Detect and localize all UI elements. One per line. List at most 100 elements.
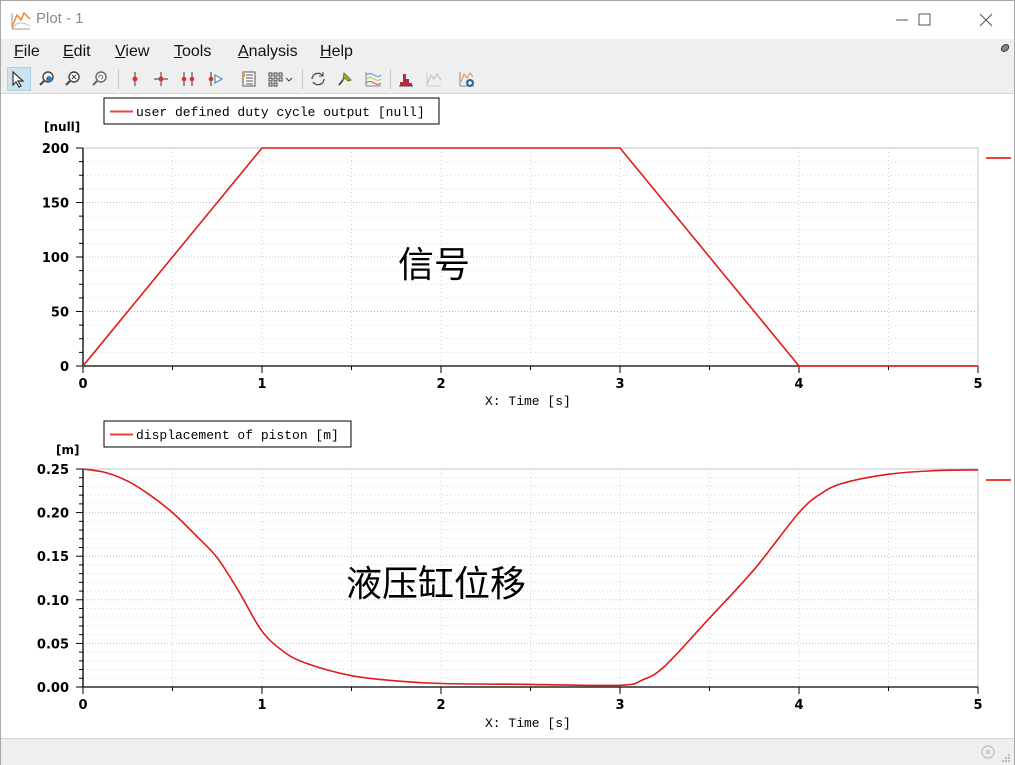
close-button[interactable] [963,1,1009,39]
menu-view-label: iew [125,43,150,60]
select-arrow-icon [12,70,25,88]
x-tick-label: 2 [436,377,445,392]
pin-small-icon[interactable] [999,42,1011,54]
xy-plot-button[interactable] [422,67,446,91]
menu-tools-label: ools [182,43,212,60]
displacement-subplot[interactable]: displacement of piston [m] [m] 0.00 0.05 0… [37,420,1011,731]
toolbar-separator [302,69,303,89]
add-plot-icon [459,72,474,87]
double-cursor-button[interactable] [176,67,200,91]
menu-help-mnemonic: H [320,43,332,60]
x-tick-label: 3 [615,377,624,392]
layout-grid-icon [268,72,293,87]
y-ticks: 0 50 100 150 200 [42,142,83,375]
title-bar: Plot - 1 [1,1,1014,39]
menu-file-mnemonic: F [14,43,24,60]
x-tick-label: 1 [257,377,266,392]
x-tick-label: 4 [794,377,803,392]
refresh-button[interactable] [306,67,330,91]
legend-list-button[interactable] [237,67,261,91]
y-tick-label: 200 [42,142,69,157]
add-plot-button[interactable] [455,67,479,91]
pin-button[interactable] [333,67,357,91]
y-tick-label: 50 [51,306,69,321]
menu-file-label: ile [23,43,40,60]
toolbar [1,65,1014,94]
x-axis-label: X: Time [s] [485,394,571,409]
menu-edit[interactable]: Edit [63,43,91,61]
resize-grip-icon[interactable] [1001,753,1011,763]
menu-help[interactable]: Help [320,43,353,61]
menu-file[interactable]: File [14,43,40,61]
menu-tools[interactable]: Tools [174,43,211,61]
y-tick-label: 0 [60,360,69,375]
curves-button[interactable] [361,67,385,91]
status-bar [1,738,1014,765]
legend-entry[interactable]: user defined duty cycle output [null] [136,105,425,120]
plot-canvas[interactable]: user defined duty cycle output [null] [n… [1,94,1014,738]
menu-bar: File Edit View Tools Analysis Help [1,39,1014,65]
x-axis-label: X: Time [s] [485,716,571,731]
crosshair-cursor-icon [154,72,168,86]
y-tick-label: 100 [42,251,69,266]
x-tick-label: 1 [257,698,266,713]
zoom-reset-icon [92,71,107,86]
legend-entry[interactable]: displacement of piston [m] [136,428,339,443]
y-tick-label: 150 [42,197,69,212]
menu-analysis[interactable]: Analysis [238,43,298,61]
x-tick-label: 0 [78,698,87,713]
sync-disabled-icon[interactable] [979,743,997,761]
y-tick-label: 0.05 [37,637,69,652]
close-icon [979,13,993,27]
vertical-cursor-button[interactable] [123,67,147,91]
plot-app-icon [11,11,31,30]
zoom-fit-button[interactable] [61,67,85,91]
plot-area[interactable]: user defined duty cycle output [null] [n… [1,94,1014,738]
x-tick-label: 3 [615,698,624,713]
menu-edit-mnemonic: E [63,43,74,60]
menu-analysis-mnemonic: A [238,43,249,60]
zoom-fit-icon [65,71,80,86]
x-ticks: 0 1 2 3 4 5 [78,366,983,392]
toolbar-separator [390,69,391,89]
cursor-play-icon [208,72,224,86]
grid [82,468,979,688]
menu-help-label: elp [331,43,353,60]
crosshair-cursor-button[interactable] [149,67,173,91]
y-tick-label: 0.20 [37,507,69,522]
x-tick-label: 2 [436,698,445,713]
curves-icon [365,72,382,87]
pin-icon [338,71,352,86]
maximize-button[interactable] [902,1,948,39]
refresh-icon [311,72,325,86]
zoom-region-icon [39,71,54,86]
menu-view-mnemonic: V [115,43,126,60]
xy-plot-icon [426,72,442,87]
chevron-down-icon [285,77,293,82]
zoom-reset-button[interactable] [88,67,112,91]
histogram-icon [399,74,413,87]
window-title: Plot - 1 [36,10,84,27]
x-tick-label: 5 [973,698,982,713]
legend-list-icon [242,71,256,87]
duty-cycle-subplot[interactable]: user defined duty cycle output [null] [n… [42,97,1011,409]
x-tick-label: 5 [973,377,982,392]
x-tick-label: 4 [794,698,803,713]
menu-edit-label: dit [73,43,91,60]
menu-view[interactable]: View [115,43,149,61]
cursor-play-button[interactable] [203,67,227,91]
zoom-region-button[interactable] [35,67,59,91]
layout-grid-dropdown[interactable] [265,67,297,91]
select-tool-button[interactable] [7,67,31,91]
y-axis-unit: [m] [56,443,79,457]
maximize-icon [918,13,931,26]
histogram-button[interactable] [394,67,418,91]
x-ticks: 0 1 2 3 4 5 [78,687,983,713]
y-tick-label: 0.00 [37,681,69,696]
x-tick-label: 0 [78,377,87,392]
y-tick-label: 0.15 [37,550,69,565]
y-ticks: 0.00 0.05 0.10 0.15 0.20 0.25 [37,463,83,696]
vertical-cursor-icon [132,72,138,86]
y-axis-unit: [null] [44,120,80,134]
menu-analysis-label: nalysis [248,43,298,60]
